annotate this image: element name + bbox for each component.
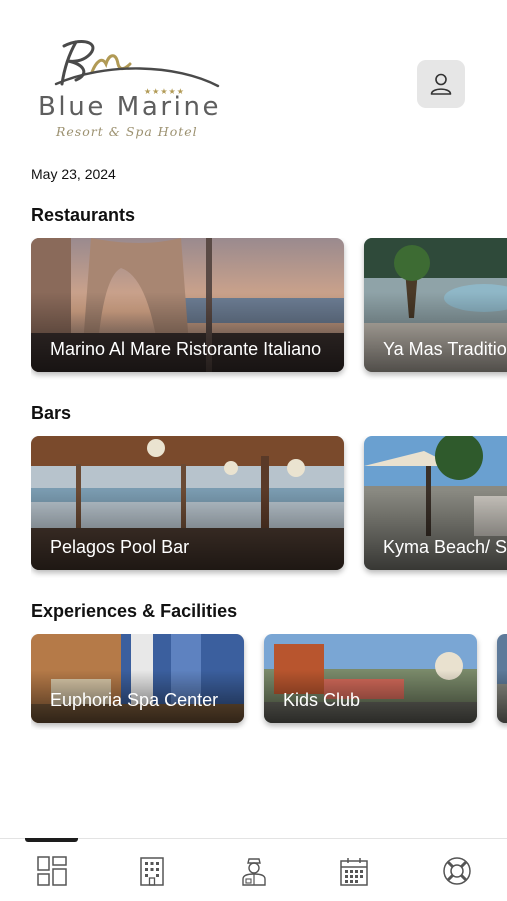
logo-tagline: Resort & Spa Hotel xyxy=(56,124,198,139)
tab-dashboard[interactable] xyxy=(32,851,72,891)
bar-card[interactable]: Kyma Beach/ Snack Bar xyxy=(364,436,507,570)
tab-concierge[interactable] xyxy=(234,851,274,891)
tab-hotel[interactable] xyxy=(132,851,172,891)
dashboard-icon xyxy=(37,856,67,886)
logo-name: Blue Marine xyxy=(38,92,222,122)
experience-card[interactable]: Euphoria Spa Center xyxy=(31,634,244,723)
active-tab-indicator xyxy=(25,838,78,842)
profile-button[interactable] xyxy=(417,60,465,108)
bars-carousel[interactable]: Pelagos Pool Bar Kyma Beach/ Snack Bar xyxy=(31,436,507,578)
experience-card[interactable]: Kids Club xyxy=(264,634,477,723)
hotel-building-icon xyxy=(140,857,164,886)
concierge-icon xyxy=(242,858,266,886)
tab-assistance[interactable] xyxy=(437,851,477,891)
bar-card-label: Pelagos Pool Bar xyxy=(50,537,190,557)
experience-card-label: Euphoria Spa Center xyxy=(50,690,219,710)
section-title-bars: Bars xyxy=(31,403,72,423)
section-title-experiences: Experiences & Facilities xyxy=(31,601,238,621)
experience-card[interactable] xyxy=(497,634,507,723)
restaurant-card[interactable]: Marino Al Mare Ristorante Italiano xyxy=(31,238,344,372)
restaurant-card-label: Marino Al Mare Ristorante Italiano xyxy=(50,339,322,359)
lifebuoy-icon xyxy=(443,857,471,885)
bar-card[interactable]: Pelagos Pool Bar xyxy=(31,436,344,570)
current-date: May 23, 2024 xyxy=(31,166,116,182)
hotel-logo: ★★★★★ Blue Marine Resort & Spa Hotel xyxy=(36,34,231,146)
restaurant-card-label: Ya Mas Traditional Tavern xyxy=(383,339,507,359)
tab-calendar[interactable] xyxy=(334,851,374,891)
logo-monogram-icon: ★★★★★ xyxy=(54,40,220,96)
user-icon xyxy=(430,73,452,95)
calendar-icon xyxy=(340,858,368,886)
restaurants-carousel[interactable]: Marino Al Mare Ristorante Italiano Ya Ma… xyxy=(31,238,507,380)
section-title-restaurants: Restaurants xyxy=(31,205,136,225)
bar-card-label: Kyma Beach/ Snack Bar xyxy=(383,537,507,557)
experience-card-label: Kids Club xyxy=(283,690,361,710)
restaurant-card[interactable]: Ya Mas Traditional Tavern xyxy=(364,238,507,372)
experiences-carousel[interactable]: Euphoria Spa Center Kids Club xyxy=(31,634,507,730)
